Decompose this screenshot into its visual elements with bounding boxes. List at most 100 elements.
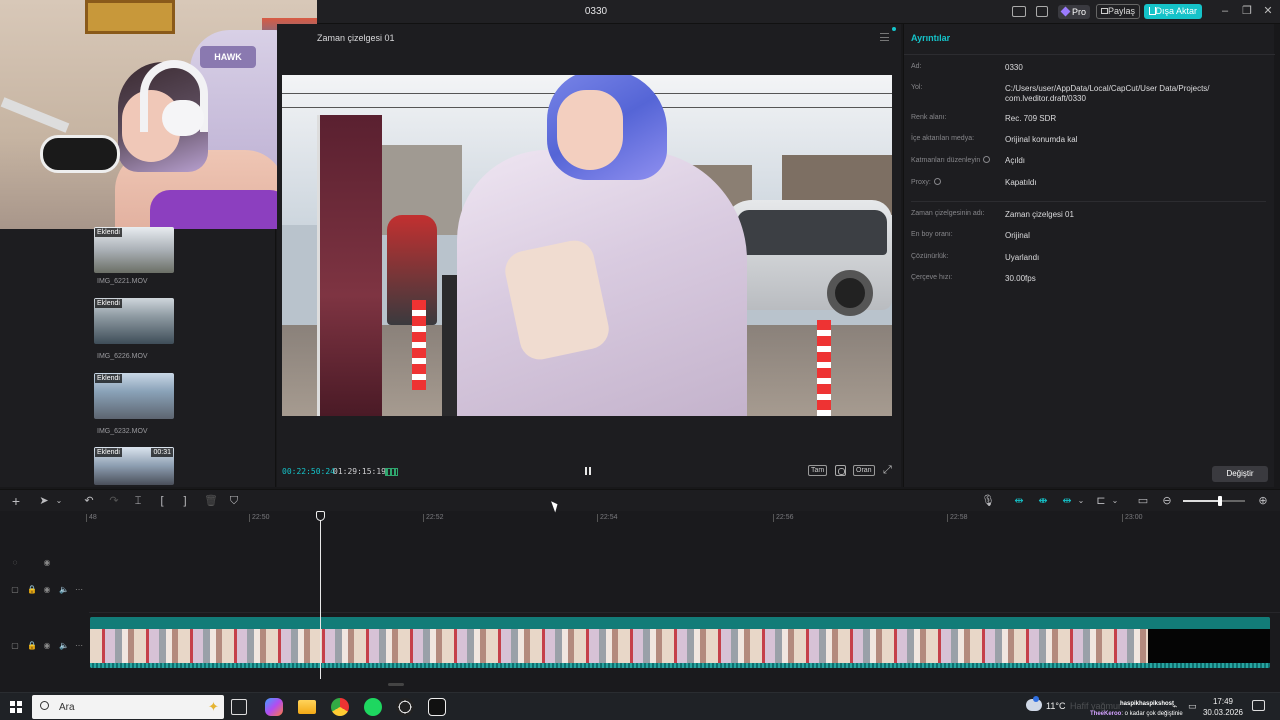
media-item[interactable]: Eklendi — [94, 298, 174, 344]
task-view-icon[interactable] — [231, 699, 247, 715]
eye-icon[interactable]: ◉ — [43, 559, 51, 567]
detail-value: C:/Users/user/AppData/Local/CapCut/User … — [1005, 84, 1210, 103]
redo-icon[interactable]: ↷ — [108, 495, 120, 507]
share-button[interactable]: Paylaş — [1096, 4, 1140, 19]
layout-icon[interactable] — [1012, 6, 1026, 17]
audio-icon[interactable]: 🔈 — [59, 586, 69, 594]
delete-icon[interactable]: 🗑 — [204, 495, 218, 507]
added-badge: Eklendi — [95, 448, 122, 457]
timeline-scrollbar[interactable] — [388, 683, 404, 686]
clock-time: 17:49 — [1212, 697, 1234, 706]
playhead[interactable] — [320, 511, 321, 679]
fullscreen-mode-button[interactable]: Tam — [808, 465, 828, 476]
windows-start-icon[interactable] — [10, 701, 22, 713]
time-ruler[interactable]: 48 22:50 22:52 22:54 22:56 22:58 23:00 — [86, 511, 1280, 525]
chevron-down-icon[interactable]: ⌄ — [53, 495, 65, 507]
audio-icon[interactable]: 🔈 — [59, 642, 69, 650]
media-item[interactable]: Eklendi — [94, 373, 174, 419]
media-item[interactable]: Eklendi — [94, 227, 174, 273]
window-title: 0330 — [584, 6, 608, 17]
video-pole — [817, 320, 831, 416]
spotify-icon[interactable] — [364, 698, 382, 716]
add-icon[interactable]: + — [10, 494, 22, 508]
video-clip[interactable] — [90, 617, 1270, 668]
snap-icon[interactable]: ⇹ — [1061, 495, 1073, 507]
minimize-button[interactable]: – — [1217, 4, 1233, 18]
copilot-icon[interactable] — [265, 698, 283, 716]
detail-key: Proxy: — [911, 178, 941, 186]
usb-icon[interactable]: ⌁ — [1172, 701, 1182, 711]
webcam-shelf — [85, 0, 175, 34]
microphone-icon[interactable]: 🎙 — [981, 495, 995, 507]
link-clips-icon[interactable]: ⇹ — [1013, 495, 1025, 507]
divider — [904, 54, 1275, 55]
eye-icon[interactable]: ◉ — [43, 586, 51, 594]
marker-icon[interactable]: ⛉ — [228, 495, 240, 507]
lock-icon[interactable]: 🔒 — [27, 642, 37, 650]
close-button[interactable]: ✕ — [1260, 4, 1276, 18]
taskbar-search[interactable]: Ara ✦ — [32, 695, 224, 719]
track-mode-icon[interactable]: ◌ — [11, 559, 19, 567]
shortcut-icon[interactable] — [1036, 6, 1048, 17]
detail-key-text: Proxy: — [911, 179, 931, 186]
preview-axis-icon[interactable]: ⊏ — [1095, 495, 1107, 507]
detail-value: 0330 — [1005, 63, 1023, 72]
subtitle-icon[interactable]: ▭ — [1137, 495, 1149, 507]
detail-value: Orijinal konumda kal — [1005, 135, 1078, 144]
zoom-in-icon[interactable]: ⊕ — [1257, 495, 1269, 507]
detail-key: Çözünürlük: — [911, 253, 949, 260]
notification-icon[interactable] — [1252, 700, 1265, 711]
more-icon[interactable]: ⋯ — [75, 586, 83, 594]
info-icon[interactable] — [933, 178, 941, 185]
maximize-button[interactable]: ❐ — [1239, 4, 1255, 18]
export-icon — [1149, 7, 1156, 15]
detail-value: Orijinal — [1005, 231, 1030, 240]
chrome-icon[interactable] — [331, 698, 349, 716]
network-icon[interactable]: ▭ — [1188, 701, 1198, 711]
chevron-down-icon[interactable]: ⌄ — [1109, 495, 1121, 507]
zoom-out-icon[interactable]: ⊖ — [1161, 495, 1173, 507]
trim-right-icon[interactable]: ] — [179, 495, 191, 507]
waveform-icon[interactable] — [385, 468, 398, 476]
select-tool-icon[interactable]: ➤ — [38, 495, 50, 507]
system-clock[interactable]: 17:49 30.03.2026 — [1200, 696, 1246, 718]
taskbar: Ara ✦ 11°C Hafif yağmur haspikhaspikshos… — [0, 692, 1280, 720]
undo-icon[interactable]: ↶ — [83, 495, 95, 507]
share-label: Paylaş — [1107, 6, 1135, 16]
split-icon[interactable]: ⌶ — [132, 495, 144, 507]
trim-left-icon[interactable]: [ — [156, 495, 168, 507]
zoom-slider[interactable] — [1183, 500, 1245, 502]
chair-logo: HAWK — [200, 46, 256, 68]
capcut-icon[interactable] — [428, 698, 446, 716]
chevron-down-icon[interactable]: ⌄ — [1075, 495, 1087, 507]
track-type-icon[interactable]: ▢ — [11, 642, 19, 650]
lock-icon[interactable]: 🔒 — [27, 586, 37, 594]
track-type-icon[interactable]: ▢ — [11, 586, 19, 594]
more-icon[interactable]: ⋯ — [75, 642, 83, 650]
timeline[interactable]: 48 22:50 22:52 22:54 22:56 22:58 23:00 ◌… — [0, 511, 1280, 692]
weather-icon[interactable] — [1026, 696, 1042, 711]
info-icon[interactable] — [983, 156, 991, 163]
file-explorer-icon[interactable] — [298, 700, 316, 714]
zoom-slider-handle[interactable] — [1218, 496, 1223, 506]
magnet-icon[interactable]: ⇼ — [1037, 495, 1049, 507]
video-preview[interactable] — [282, 75, 892, 416]
track-header: ◌ ◉ — [0, 555, 89, 575]
status-dot — [892, 27, 896, 31]
playhead-handle[interactable] — [316, 511, 325, 521]
share-icon — [1101, 8, 1108, 14]
menu-icon[interactable] — [880, 33, 889, 41]
aspect-ratio-button[interactable]: Oran — [853, 465, 875, 476]
obs-icon[interactable] — [396, 698, 414, 716]
expand-icon[interactable]: ⤢ — [883, 465, 893, 476]
diamond-icon — [1060, 6, 1071, 17]
focus-icon[interactable] — [835, 465, 846, 476]
media-item[interactable]: Eklendi 00:31 — [94, 447, 174, 485]
change-button[interactable]: Değiştir — [1212, 466, 1268, 482]
pro-button[interactable]: Pro — [1058, 5, 1090, 19]
player-title: Zaman çizelgesi 01 — [317, 33, 395, 43]
eye-icon[interactable]: ◉ — [43, 642, 51, 650]
pause-button[interactable] — [583, 466, 593, 476]
export-button[interactable]: Dışa Aktar — [1144, 4, 1202, 19]
detail-value: Rec. 709 SDR — [1005, 114, 1057, 123]
